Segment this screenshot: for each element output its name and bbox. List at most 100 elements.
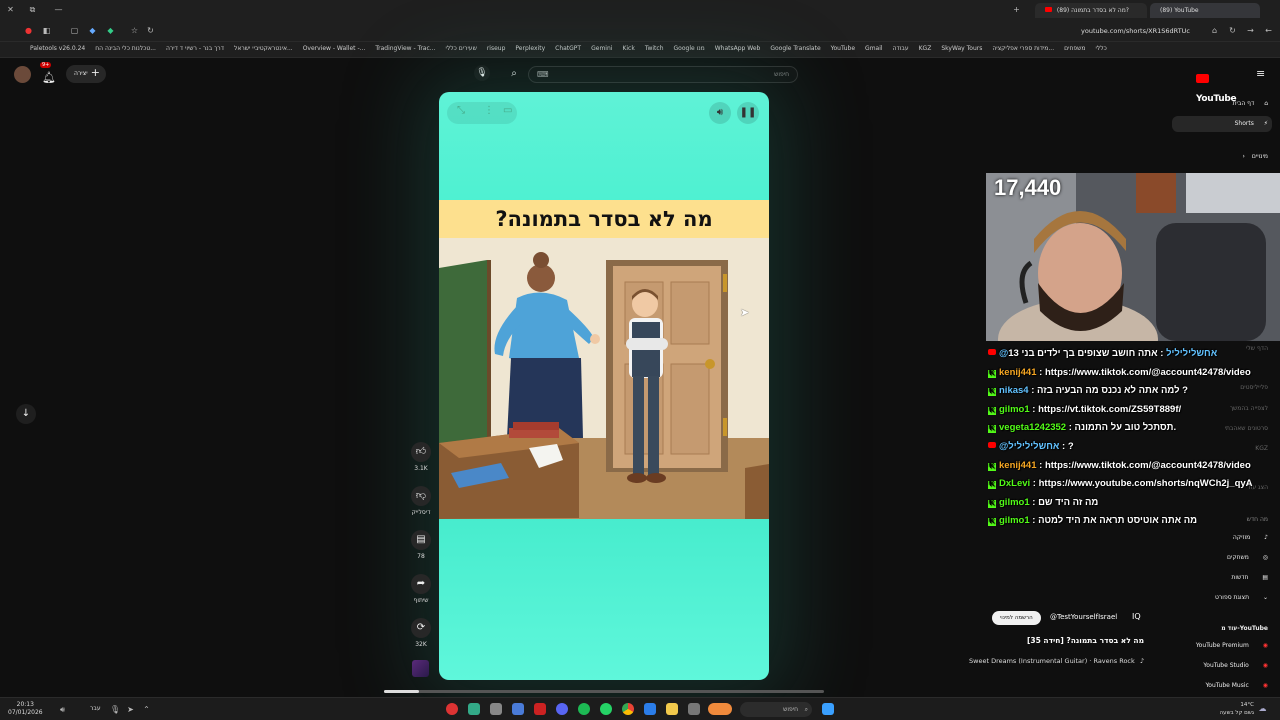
bookmark-item[interactable]: WhatsApp Web [715,45,761,52]
extension-blue-icon[interactable]: ◆ [88,26,97,35]
subscribe-button[interactable]: הרשמה למינוי [992,611,1041,625]
app-orange-icon[interactable] [708,703,732,715]
bookmark-item[interactable]: SkyWay Tours [941,45,982,52]
back-icon[interactable]: ← [1264,26,1273,35]
bookmark-item[interactable]: Overview - Wallet -... [303,45,366,52]
shorts-video-player[interactable]: ⤡ ⋮ ▭ 🔊︎ ❚❚ מה לא בסדר בתמונה? [439,92,769,680]
app-record-icon[interactable] [534,703,546,715]
refresh-icon[interactable]: ↻ [1228,26,1237,35]
comments-button[interactable]: ▤ 78 [411,530,431,560]
sidebar-item-news[interactable]: חדשות ▤ [1231,570,1268,586]
bookmark-item[interactable]: כללי [1095,45,1106,52]
sidebar-item-youtube-music[interactable]: YouTube Music ◉ [1205,678,1268,694]
bookmark-item[interactable]: עבודה [893,45,909,52]
bookmark-item[interactable]: TradingView - Trac... [375,45,435,52]
notifications-button[interactable]: 🔔︎ 9+ [40,62,56,84]
minimize-icon[interactable]: — [54,5,63,14]
bookmark-item[interactable]: דרך בנר - רשיוי ד דירה [166,45,224,52]
sidebar-item-sports[interactable]: תצוגת ספורט ⌄ [1215,590,1268,606]
bookmark-item[interactable]: Twitch [645,45,664,52]
bookmark-item[interactable]: YouTube [831,45,855,52]
reload-icon[interactable]: ↻ [146,26,155,35]
bookmark-item[interactable]: Perplexity [515,45,545,52]
like-button[interactable]: 👍︎ 3.1K [411,442,431,472]
chevron-up-icon[interactable]: ⌃ [142,705,151,714]
sidebar-item-subscriptions[interactable]: › מינויים [1188,149,1268,165]
sidebar-item-youtube-studio[interactable]: YouTube Studio ◉ [1203,658,1268,674]
tab-youtube-home[interactable]: (89) YouTube [1150,3,1260,18]
pause-button[interactable]: ❚❚ [737,102,759,124]
sidebar-item-home[interactable]: דף הבית ⌂ [1198,96,1268,112]
whatsapp-icon[interactable] [600,703,612,715]
short-title[interactable]: מה לא בסדר בתמונה? [חידה 35] [990,636,1144,645]
speaker-icon[interactable]: 🔊︎ [58,705,67,714]
windows-start-icon[interactable] [822,703,834,715]
new-tab-icon[interactable]: + [1012,5,1021,14]
close-window-icon[interactable]: ✕ [6,5,15,14]
language-indicator[interactable]: עבר [90,705,101,712]
file-explorer-icon[interactable] [666,703,678,715]
voice-search-button[interactable]: 🎙︎ [474,65,490,81]
url-field[interactable]: youtube.com/shorts/XR1S6dRTUc [900,24,1190,38]
spotify-icon[interactable] [578,703,590,715]
more-options-icon[interactable]: ⋮ [484,105,494,116]
discord-icon[interactable] [556,703,568,715]
app-grey-icon[interactable] [688,703,700,715]
tab-youtube-short[interactable]: (89) מה לא בסדר בתמונה? [1035,3,1147,18]
scroll-down-button[interactable]: ↓ [16,404,36,424]
app-recorder-icon[interactable] [468,703,480,715]
create-button[interactable]: יצירה + [66,65,106,83]
bookmark-item[interactable]: משפחים [1064,45,1085,52]
app-window-icon[interactable] [644,703,656,715]
bookmark-item[interactable]: אינטראקטיביי ישראל... [234,45,293,52]
extension-red-icon[interactable]: ● [24,26,33,35]
home-icon[interactable]: ⌂ [1210,26,1219,35]
bookmark-item[interactable]: KGZ [919,45,932,52]
forward-icon[interactable]: → [1246,26,1255,35]
bookmark-item[interactable]: Kick [622,45,634,52]
weather-widget[interactable]: 14°C גשם קל בשעה [1210,701,1254,717]
bookmark-item[interactable]: Google מנו [674,45,705,52]
bookmark-item[interactable]: Gemini [591,45,612,52]
star-icon[interactable]: ☆ [130,26,139,35]
extension-green-icon[interactable]: ◆ [106,26,115,35]
taskbar-search[interactable]: חיפוש ⌕ [740,702,812,717]
search-button[interactable]: ⌕ [506,66,522,82]
volume-button[interactable]: 🔊︎ [709,102,731,124]
captions-icon[interactable]: ▭ [503,105,512,116]
bookmark-item[interactable]: מידות ספרי אפליקציה... [992,45,1054,52]
menu-button[interactable]: ≡ [1256,67,1265,80]
app-blue-icon[interactable] [512,703,524,715]
tab-search-icon[interactable]: ▢ [70,26,79,35]
channel-avatar-icon[interactable]: IQ [1132,612,1141,621]
video-progress-bar[interactable] [384,690,824,693]
music-credit[interactable]: Sweet Dreams (Instrumental Guitar) · Rav… [940,657,1144,665]
search-input[interactable]: ⌨ חיפוש [528,66,798,83]
app-red-icon[interactable] [446,703,458,715]
clock[interactable]: 20:13 07/01/2026 [8,701,43,717]
remix-button[interactable]: ⟳ 32K [411,618,431,648]
channel-name[interactable]: @TestYourselfIsrael [1050,613,1117,621]
bookmark-item[interactable]: Gmail [865,45,883,52]
collapse-icon[interactable]: ⤡ [457,105,465,116]
sound-thumbnail[interactable] [412,660,429,677]
telegram-tray-icon[interactable]: ➤ [126,705,135,714]
keyboard-icon[interactable]: ⌨ [537,70,549,79]
youtube-logo[interactable]: YouTube [1196,67,1248,104]
bookmark-item[interactable]: Paletools v26.0.24 [30,45,85,52]
bookmark-item[interactable]: טכלנות כלי הבינה הח... [95,45,156,52]
sidebar-item-gaming[interactable]: משחקים ◎ [1227,550,1268,566]
bookmark-item[interactable]: Google Translate [770,45,820,52]
sidebar-item-shorts[interactable]: Shorts ⚡︎ [1172,116,1272,132]
bookmark-item[interactable]: שעירים כללי [446,45,477,52]
sidebar-item-youtube-premium[interactable]: YouTube Premium ◉ [1196,638,1268,654]
bookmark-item[interactable]: ChatGPT [555,45,581,52]
chrome-icon[interactable] [622,703,634,715]
extension-icon[interactable]: ◧ [42,26,51,35]
extensions-icon[interactable]: ⧉ [28,5,37,14]
share-button[interactable]: ➦ שיתוף [411,574,431,604]
dislike-button[interactable]: 👎︎ דיסלייק [411,486,431,516]
bookmark-item[interactable]: riseup [487,45,506,52]
settings-app-icon[interactable] [490,703,502,715]
avatar[interactable] [14,66,31,83]
